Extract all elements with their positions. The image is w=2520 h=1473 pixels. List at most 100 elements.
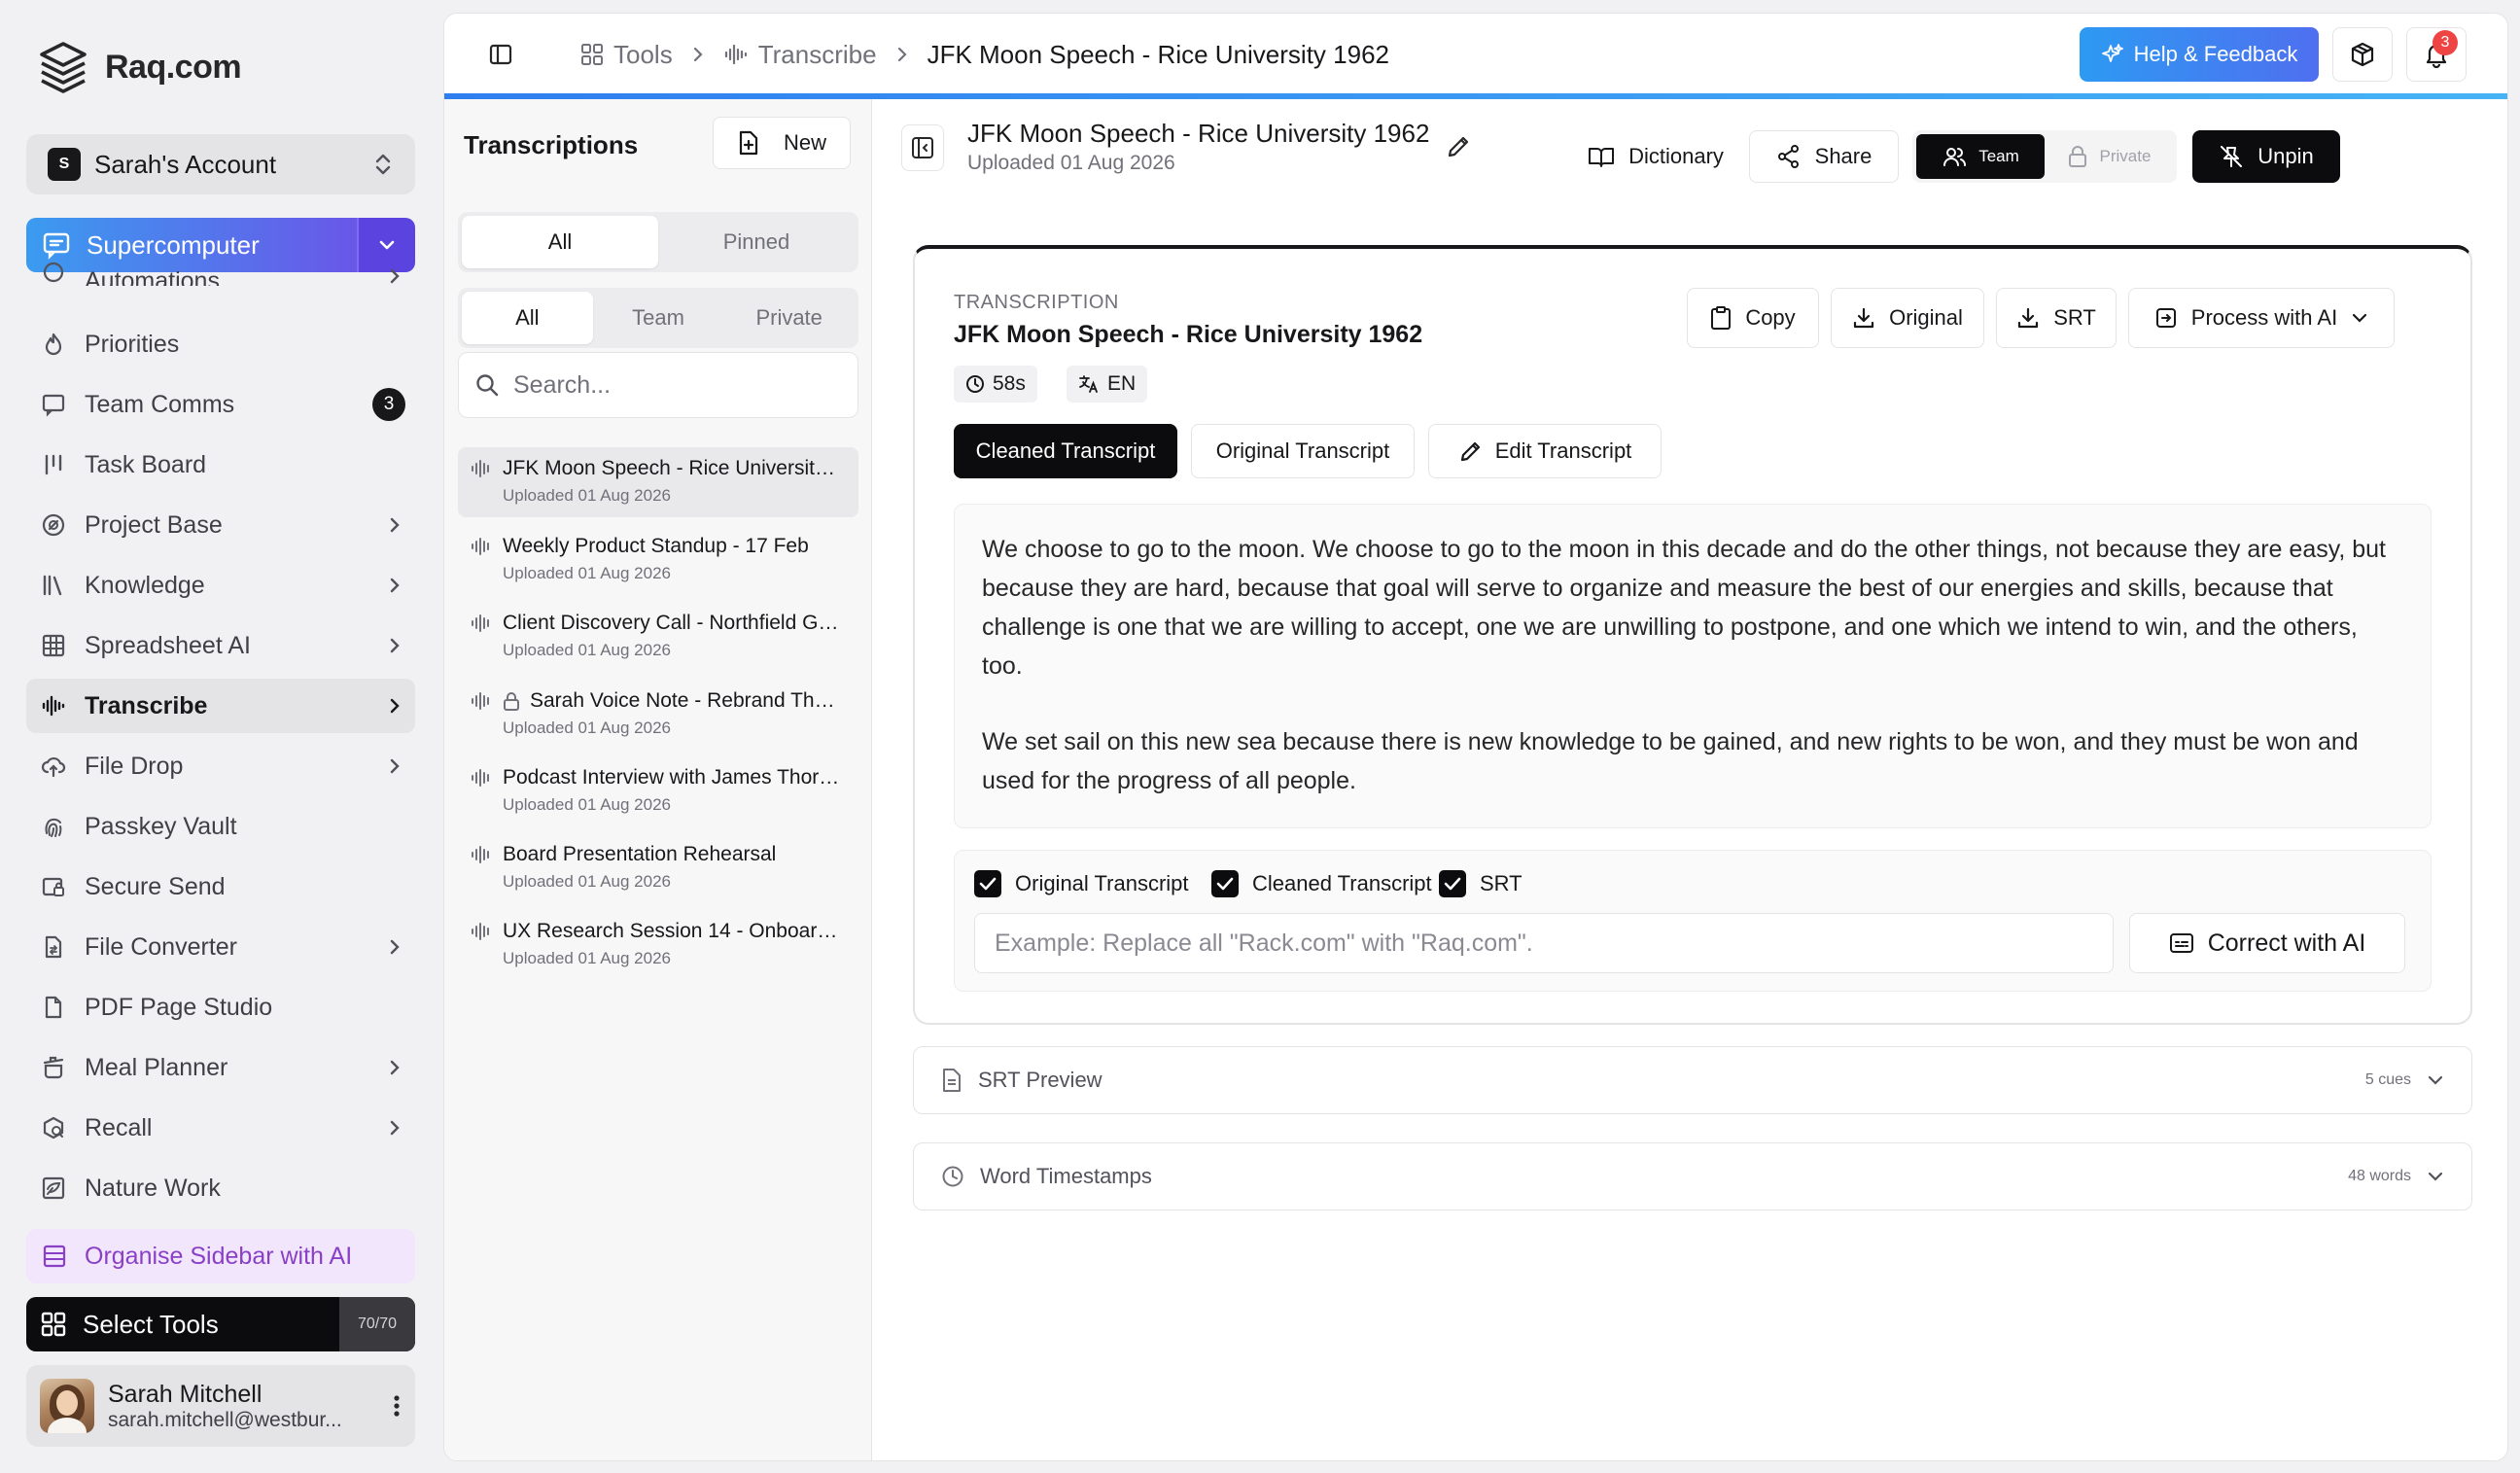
unpin-button[interactable]: Unpin (2192, 130, 2340, 183)
filter-pinned[interactable]: Pinned (658, 216, 855, 268)
checkbox-label: Original Transcript (1015, 871, 1189, 895)
tab-original-transcript[interactable]: Original Transcript (1191, 424, 1415, 478)
filter-team[interactable]: Team (593, 292, 724, 344)
sidebar-item-label: Transcribe (85, 691, 208, 719)
sidebar-item-task-board[interactable]: Task Board (26, 438, 415, 492)
automations-icon (40, 259, 67, 286)
sidebar-item-project-base[interactable]: Project Base (26, 498, 415, 552)
list-item-title: Board Presentation Rehearsal (503, 843, 777, 865)
search-icon (474, 372, 500, 398)
select-tools-button[interactable]: Select Tools 70/70 (26, 1297, 415, 1351)
sidebar-item-meal-planner[interactable]: Meal Planner (26, 1040, 415, 1095)
sidebar-item-knowledge[interactable]: Knowledge (26, 558, 415, 613)
srt-preview-accordion[interactable]: SRT Preview 5 cues (913, 1046, 2472, 1114)
download-srt-button[interactable]: SRT (1996, 288, 2117, 348)
sidebar-item-label: Task Board (85, 450, 207, 478)
checkbox-srt[interactable]: SRT (1439, 870, 1522, 897)
list-item[interactable]: JFK Moon Speech - Rice University 1962 U… (458, 447, 858, 517)
tab-label: Cleaned Transcript (975, 438, 1156, 463)
srt-label: SRT (2053, 305, 2096, 330)
help-feedback-button[interactable]: Help & Feedback (2080, 27, 2319, 82)
search-input[interactable] (513, 370, 844, 400)
sidebar-item-priorities[interactable]: Priorities (26, 317, 415, 371)
account-avatar: S (48, 148, 81, 181)
breadcrumb-transcribe[interactable]: Transcribe (723, 40, 877, 70)
checkbox-original[interactable]: Original Transcript (974, 870, 1189, 897)
lock-icon (503, 691, 520, 711)
sidebar-item-secure-send[interactable]: Secure Send (26, 859, 415, 914)
word-timestamps-accordion[interactable]: Word Timestamps 48 words (913, 1142, 2472, 1210)
sidebar-item-team-comms[interactable]: Team Comms 3 (26, 377, 415, 432)
sidebar-item-nature-work[interactable]: Nature Work (26, 1161, 415, 1215)
correction-input[interactable] (995, 929, 2093, 958)
filter-all-visibility[interactable]: All (462, 292, 593, 344)
sidebar-item-spreadsheet-ai[interactable]: Spreadsheet AI (26, 618, 415, 673)
fingerprint-icon (40, 813, 67, 840)
tab-cleaned-transcript[interactable]: Cleaned Transcript (954, 424, 1177, 478)
list-item[interactable]: UX Research Session 14 - Onboarding Uplo… (458, 910, 858, 980)
tab-edit-transcript[interactable]: Edit Transcript (1428, 424, 1662, 478)
account-switcher[interactable]: S Sarah's Account (26, 134, 415, 194)
team-visibility-option[interactable]: Team (1916, 134, 2045, 179)
sidebar-item-file-drop[interactable]: File Drop (26, 739, 415, 793)
check-icon (1439, 870, 1466, 897)
sidebar-item-passkey-vault[interactable]: Passkey Vault (26, 799, 415, 854)
new-transcription-button[interactable]: New (713, 117, 851, 169)
user-profile[interactable]: Sarah Mitchell sarah.mitchell@westbur... (26, 1365, 415, 1447)
more-vertical-icon[interactable] (392, 1392, 402, 1420)
cue-count: 5 cues (2364, 1071, 2411, 1088)
filter-private[interactable]: Private (723, 292, 855, 344)
breadcrumb-tools[interactable]: Tools (580, 40, 673, 70)
private-visibility-option[interactable]: Private (2045, 134, 2173, 179)
sidebar-toggle-icon[interactable] (489, 44, 512, 65)
list-item[interactable]: Client Discovery Call - Northfield Group… (458, 602, 858, 672)
share-button[interactable]: Share (1749, 130, 1899, 183)
waveform-icon (470, 614, 493, 633)
sidebar-item-file-converter[interactable]: File Converter (26, 920, 415, 974)
dictionary-button[interactable]: Dictionary (1576, 130, 1735, 183)
list-item[interactable]: Weekly Product Standup - 17 Feb Uploaded… (458, 525, 858, 595)
organise-sidebar-button[interactable]: Organise Sidebar with AI (26, 1229, 415, 1283)
nature-icon (40, 1175, 67, 1202)
sidebar-item-recall[interactable]: Recall (26, 1101, 415, 1155)
main-panel: Tools Transcribe JFK Moon Speech - Rice … (443, 13, 2508, 1461)
download-original-button[interactable]: Original (1831, 288, 1984, 348)
visibility-toggle: Team Private (1912, 130, 2177, 183)
filter-all[interactable]: All (462, 216, 658, 268)
sidebar-item-pdf-page-studio[interactable]: PDF Page Studio (26, 980, 415, 1035)
correct-with-ai-button[interactable]: Correct with AI (2129, 913, 2405, 973)
chevron-right-icon (388, 756, 402, 776)
list-item[interactable]: Board Presentation Rehearsal Uploaded 01… (458, 833, 858, 903)
list-item-title: Client Discovery Call - Northfield Group (503, 612, 843, 634)
word-count: 48 words (2348, 1168, 2411, 1184)
list-icon (42, 1244, 67, 1269)
breadcrumb-tools-label: Tools (613, 39, 673, 69)
collapse-list-button[interactable] (901, 124, 944, 171)
copy-button[interactable]: Copy (1687, 288, 1819, 348)
waveform-icon (470, 459, 493, 478)
notifications-button[interactable]: 3 (2406, 27, 2467, 82)
sidebar-item-label: Meal Planner (85, 1053, 228, 1081)
sidebar-item-automations[interactable]: Automations (26, 255, 415, 286)
chevron-right-icon (388, 937, 402, 957)
sidebar-item-label: File Converter (85, 932, 237, 961)
new-label: New (783, 130, 826, 155)
search-box (458, 352, 858, 418)
sidebar-item-label: File Drop (85, 752, 184, 780)
chevron-down-icon (2427, 1171, 2444, 1182)
list-item[interactable]: Podcast Interview with James Thornton Up… (458, 756, 858, 826)
extensions-button[interactable] (2332, 27, 2393, 82)
clock-icon (941, 1165, 964, 1188)
dictionary-label: Dictionary (1628, 144, 1724, 168)
list-item[interactable]: Sarah Voice Note - Rebrand Thoughts Uplo… (458, 680, 858, 750)
checkbox-cleaned[interactable]: Cleaned Transcript (1211, 870, 1432, 897)
unread-badge: 3 (372, 388, 405, 421)
sidebar-item-label: Recall (85, 1113, 153, 1141)
flame-icon (40, 331, 67, 358)
accordion-label: SRT Preview (978, 1068, 1102, 1092)
sidebar-item-label: Team Comms (85, 390, 235, 418)
rename-icon[interactable] (1444, 132, 1473, 161)
process-with-ai-dropdown[interactable]: Process with AI (2128, 288, 2395, 348)
app-logo[interactable]: Raq.com (35, 39, 242, 95)
sidebar-item-transcribe[interactable]: Transcribe (26, 679, 415, 733)
